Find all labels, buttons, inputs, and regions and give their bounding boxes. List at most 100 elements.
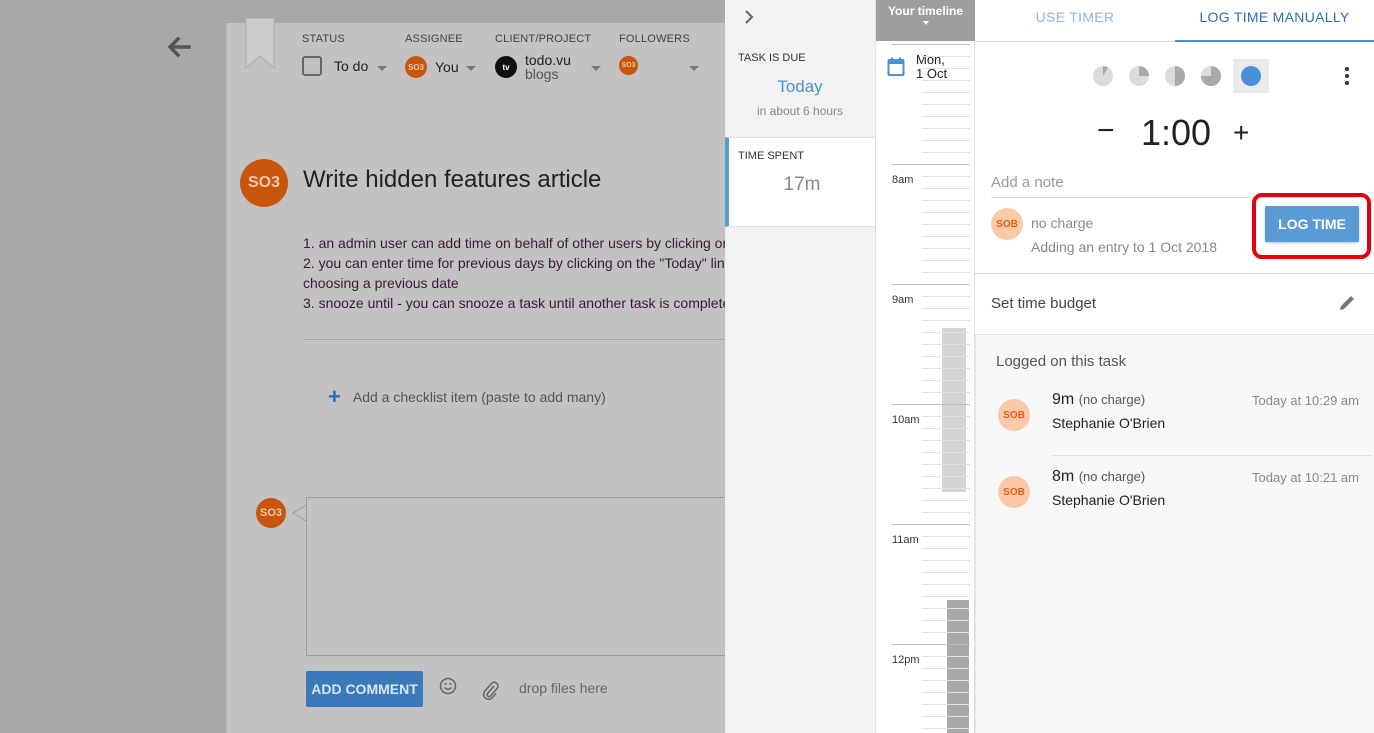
assignee-select[interactable]: SO3 You bbox=[405, 56, 459, 78]
hour-label: 11am bbox=[892, 534, 919, 546]
logged-title: Logged on this task bbox=[996, 353, 1127, 370]
preset-15m[interactable] bbox=[1089, 59, 1117, 93]
smiley-icon[interactable] bbox=[438, 676, 458, 696]
tab-log-time-manually[interactable]: LOG TIME MANUALLY bbox=[1175, 0, 1374, 42]
description-line: 3. snooze until - you can snooze a task … bbox=[303, 295, 725, 311]
pencil-icon[interactable] bbox=[1337, 293, 1357, 313]
logged-block bbox=[947, 600, 969, 733]
plus-icon: + bbox=[328, 384, 341, 409]
task-due-relative: in about 6 hours bbox=[756, 104, 844, 118]
comment-pointer bbox=[292, 505, 307, 521]
time-spent-label: TIME SPENT bbox=[738, 150, 805, 162]
divider bbox=[303, 339, 725, 340]
task-description[interactable]: 1. an admin user can add time on behalf … bbox=[303, 233, 725, 313]
hour-label: 12pm bbox=[892, 654, 920, 666]
status-dropdown-icon[interactable] bbox=[377, 66, 387, 71]
checklist-placeholder: Add a checklist item (paste to add many) bbox=[352, 389, 606, 405]
followers-dropdown-icon[interactable] bbox=[689, 66, 699, 71]
duration-presets bbox=[1089, 59, 1269, 93]
task-info-panel: TASK IS DUE Today in about 6 hours TIME … bbox=[725, 0, 875, 733]
paperclip-icon[interactable] bbox=[481, 680, 499, 700]
divider bbox=[1052, 455, 1373, 456]
followers-select[interactable]: SO3 bbox=[619, 56, 638, 75]
client-dropdown-icon[interactable] bbox=[591, 66, 601, 71]
log-entry[interactable]: SOB 8m (no charge) Stephanie O'Brien Tod… bbox=[976, 468, 1373, 553]
follower-avatar: SO3 bbox=[619, 56, 638, 75]
set-time-budget-label[interactable]: Set time budget bbox=[991, 295, 1096, 312]
entry-timestamp: Today at 10:21 am bbox=[1252, 470, 1359, 485]
timeline-grid[interactable] bbox=[876, 0, 975, 733]
entry-avatar: SOB bbox=[998, 399, 1030, 431]
entry-avatar: SOB bbox=[998, 476, 1030, 508]
entry-duration-line: 8m (no charge) bbox=[1052, 468, 1145, 486]
task-due-label: TASK IS DUE bbox=[738, 52, 806, 64]
hour-label: 10am bbox=[892, 414, 920, 426]
time-spent-box[interactable]: TIME SPENT 17m bbox=[725, 137, 875, 227]
increase-duration-button[interactable]: + bbox=[1233, 118, 1249, 148]
task-owner-avatar: SO3 bbox=[240, 159, 288, 207]
hour-label: 8am bbox=[892, 174, 914, 186]
pie-quarter-icon bbox=[1129, 66, 1149, 86]
task-page: STATUS To do ASSIGNEE SO3 You CLIENT/PRO… bbox=[0, 0, 725, 733]
logged-block bbox=[942, 328, 966, 492]
tab-use-timer[interactable]: USE TIMER bbox=[975, 0, 1175, 42]
entry-user: Stephanie O'Brien bbox=[1052, 415, 1166, 431]
pie-quarter-icon bbox=[1093, 65, 1113, 86]
entry-charge: (no charge) bbox=[1078, 469, 1146, 484]
preset-15m-b[interactable] bbox=[1125, 59, 1153, 93]
hour-label: 9am bbox=[892, 294, 914, 306]
time-spent-value: 17m bbox=[783, 174, 821, 195]
charge-select[interactable]: no charge bbox=[1031, 215, 1093, 231]
status-checkbox[interactable] bbox=[302, 56, 322, 76]
project-name: blogs bbox=[525, 66, 559, 82]
pie-half-icon bbox=[1165, 66, 1185, 86]
entry-charge: (no charge) bbox=[1078, 392, 1146, 407]
duration-value[interactable]: 1:00 bbox=[1141, 112, 1211, 154]
logged-entries-section: Logged on this task SOB 9m (no charge) S… bbox=[975, 334, 1374, 733]
entry-duration: 9m bbox=[1052, 391, 1075, 408]
entry-user: Stephanie O'Brien bbox=[1052, 492, 1166, 508]
assignee-value: You bbox=[435, 59, 459, 75]
assignee-avatar: SO3 bbox=[405, 56, 427, 78]
client-name: todo.vu bbox=[525, 52, 571, 68]
arrow-left-icon bbox=[167, 36, 191, 58]
followers-label: FOLLOWERS bbox=[619, 33, 690, 45]
assignee-dropdown-icon[interactable] bbox=[466, 66, 476, 71]
preset-45m[interactable] bbox=[1197, 59, 1225, 93]
entry-timestamp: Today at 10:29 am bbox=[1252, 393, 1359, 408]
status-value: To do bbox=[334, 58, 369, 74]
bookmark-icon[interactable] bbox=[244, 18, 276, 70]
entry-duration-line: 9m (no charge) bbox=[1052, 391, 1145, 409]
task-title[interactable]: Write hidden features article bbox=[303, 166, 601, 194]
task-due-link[interactable]: Today bbox=[725, 77, 875, 97]
log-time-panel: USE TIMER LOG TIME MANUALLY − 1:00 + SOB… bbox=[975, 0, 1374, 733]
client-project-select[interactable]: tv todo.vu blogs bbox=[495, 53, 571, 81]
chevron-right-icon[interactable] bbox=[741, 8, 757, 26]
decrease-duration-button[interactable]: − bbox=[1097, 116, 1115, 146]
status-select[interactable]: To do bbox=[302, 56, 368, 76]
preset-30m[interactable] bbox=[1161, 59, 1189, 93]
comment-avatar: SO3 bbox=[256, 498, 286, 528]
drop-files-label: drop files here bbox=[519, 680, 608, 696]
divider bbox=[975, 273, 1374, 274]
back-button[interactable] bbox=[164, 32, 194, 62]
preset-1h[interactable] bbox=[1233, 59, 1269, 93]
description-line: choosing a previous date bbox=[303, 275, 459, 291]
user-avatar[interactable]: SOB bbox=[991, 208, 1023, 240]
log-entry[interactable]: SOB 9m (no charge) Stephanie O'Brien Tod… bbox=[976, 391, 1373, 476]
assignee-label: ASSIGNEE bbox=[405, 33, 463, 45]
add-comment-button[interactable]: ADD COMMENT bbox=[306, 671, 423, 707]
pie-three-quarter-icon bbox=[1201, 66, 1221, 86]
pie-full-icon bbox=[1241, 66, 1261, 86]
add-checklist-item[interactable]: + Add a checklist item (paste to add man… bbox=[328, 384, 606, 409]
entry-duration: 8m bbox=[1052, 468, 1075, 485]
timeline-panel: Your timeline Mon, 1 Oct 8am 9am 10am 11… bbox=[875, 0, 975, 733]
client-logo: tv bbox=[495, 56, 517, 78]
comment-input[interactable] bbox=[306, 497, 725, 656]
description-line: 1. an admin user can add time on behalf … bbox=[303, 235, 725, 251]
adding-entry-text: Adding an entry to 1 Oct 2018 bbox=[1031, 239, 1218, 255]
client-project-label: CLIENT/PROJECT bbox=[495, 33, 592, 45]
log-time-button[interactable]: LOG TIME bbox=[1265, 206, 1359, 242]
more-vert-icon[interactable] bbox=[1342, 66, 1352, 86]
status-label: STATUS bbox=[302, 33, 345, 45]
